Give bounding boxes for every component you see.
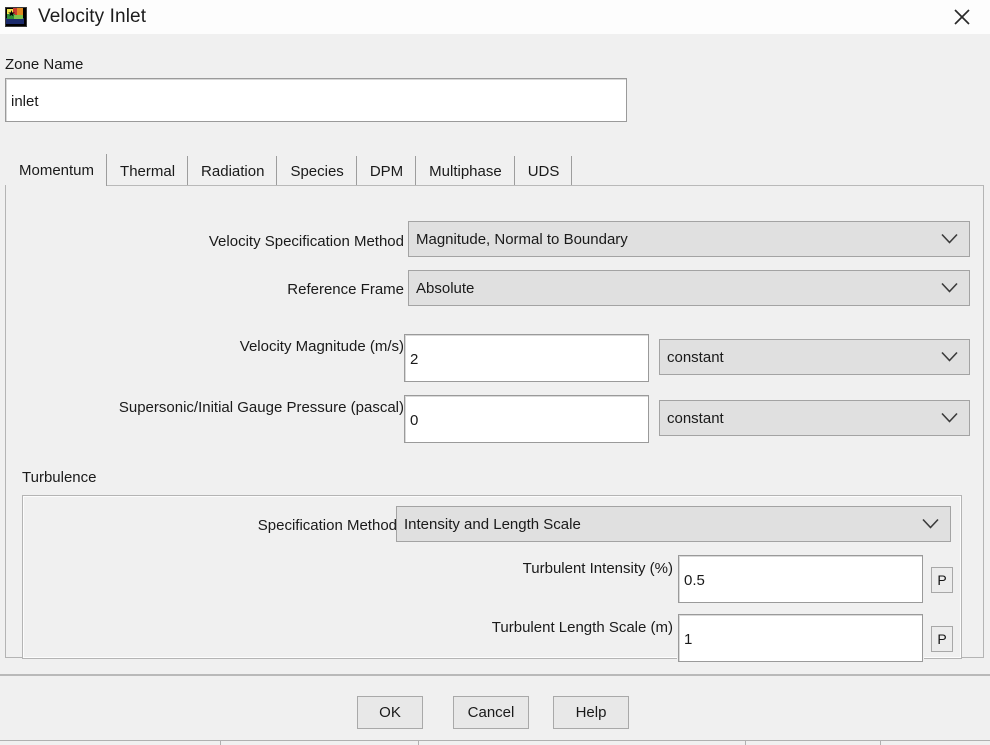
tab-label: Multiphase bbox=[429, 163, 502, 180]
tab-label: UDS bbox=[528, 163, 560, 180]
tab-thermal[interactable]: Thermal bbox=[107, 156, 188, 186]
dropdown-value: constant bbox=[667, 410, 724, 427]
tab-label: Radiation bbox=[201, 163, 264, 180]
supersonic-initial-gauge-pressure-label: Supersonic/Initial Gauge Pressure (pasca… bbox=[119, 399, 404, 416]
help-button[interactable]: Help bbox=[553, 696, 629, 729]
turbulent-length-scale-input[interactable] bbox=[678, 614, 923, 662]
dialog-body: Zone Name Momentum Thermal Radiation Spe… bbox=[0, 34, 990, 674]
tab-strip: Momentum Thermal Radiation Species DPM M… bbox=[6, 154, 984, 186]
tab-label: DPM bbox=[370, 163, 403, 180]
turbulence-specification-method-dropdown[interactable]: Intensity and Length Scale bbox=[396, 506, 951, 542]
dropdown-value: Magnitude, Normal to Boundary bbox=[416, 231, 628, 248]
ok-button[interactable]: OK bbox=[357, 696, 423, 729]
supersonic-initial-gauge-pressure-profile-dropdown[interactable]: constant bbox=[659, 400, 970, 436]
help-button-label: Help bbox=[576, 704, 607, 721]
dropdown-value: Intensity and Length Scale bbox=[404, 516, 581, 533]
velocity-magnitude-profile-dropdown[interactable]: constant bbox=[659, 339, 970, 375]
cancel-button-label: Cancel bbox=[468, 704, 515, 721]
tab-multiphase[interactable]: Multiphase bbox=[416, 156, 515, 186]
tab-uds[interactable]: UDS bbox=[515, 156, 573, 186]
velocity-specification-method-dropdown[interactable]: Magnitude, Normal to Boundary bbox=[408, 221, 970, 257]
zone-name-input[interactable] bbox=[5, 78, 627, 122]
chevron-down-icon bbox=[941, 234, 958, 245]
turbulent-intensity-label: Turbulent Intensity (%) bbox=[523, 560, 673, 577]
ok-button-label: OK bbox=[379, 704, 401, 721]
chevron-down-icon bbox=[922, 519, 939, 530]
velocity-magnitude-label: Velocity Magnitude (m/s) bbox=[240, 338, 404, 355]
window-title: Velocity Inlet bbox=[38, 6, 146, 28]
velocity-specification-method-label: Velocity Specification Method bbox=[209, 233, 404, 250]
close-button[interactable] bbox=[934, 0, 990, 34]
momentum-tab-panel: Velocity Specification Method Magnitude,… bbox=[5, 185, 984, 658]
tab-dpm[interactable]: DPM bbox=[357, 156, 416, 186]
dropdown-value: Absolute bbox=[416, 280, 474, 297]
chevron-down-icon bbox=[941, 413, 958, 424]
turbulent-length-scale-profile-button[interactable]: P bbox=[931, 626, 953, 652]
tab-species[interactable]: Species bbox=[277, 156, 356, 186]
cancel-button[interactable]: Cancel bbox=[453, 696, 529, 729]
turbulent-length-scale-label: Turbulent Length Scale (m) bbox=[492, 619, 673, 636]
reference-frame-dropdown[interactable]: Absolute bbox=[408, 270, 970, 306]
turbulent-intensity-profile-button[interactable]: P bbox=[931, 567, 953, 593]
chevron-down-icon bbox=[941, 352, 958, 363]
zone-name-label: Zone Name bbox=[5, 56, 83, 73]
fluent-app-icon bbox=[5, 7, 27, 27]
supersonic-initial-gauge-pressure-input[interactable] bbox=[404, 395, 649, 443]
p-button-label: P bbox=[937, 631, 946, 647]
dropdown-value: constant bbox=[667, 349, 724, 366]
title-bar: Velocity Inlet bbox=[0, 0, 990, 34]
velocity-magnitude-input[interactable] bbox=[404, 334, 649, 382]
tab-radiation[interactable]: Radiation bbox=[188, 156, 277, 186]
tab-label: Thermal bbox=[120, 163, 175, 180]
turbulent-intensity-input[interactable] bbox=[678, 555, 923, 603]
tab-label: Momentum bbox=[19, 162, 94, 179]
p-button-label: P bbox=[937, 572, 946, 588]
turbulence-group-label: Turbulence bbox=[22, 469, 97, 486]
tab-label: Species bbox=[290, 163, 343, 180]
bottom-edge-strip bbox=[0, 740, 990, 744]
reference-frame-label: Reference Frame bbox=[287, 281, 404, 298]
tab-momentum[interactable]: Momentum bbox=[6, 154, 107, 186]
turbulence-specification-method-label: Specification Method bbox=[258, 517, 397, 534]
close-icon bbox=[951, 6, 973, 28]
chevron-down-icon bbox=[941, 283, 958, 294]
